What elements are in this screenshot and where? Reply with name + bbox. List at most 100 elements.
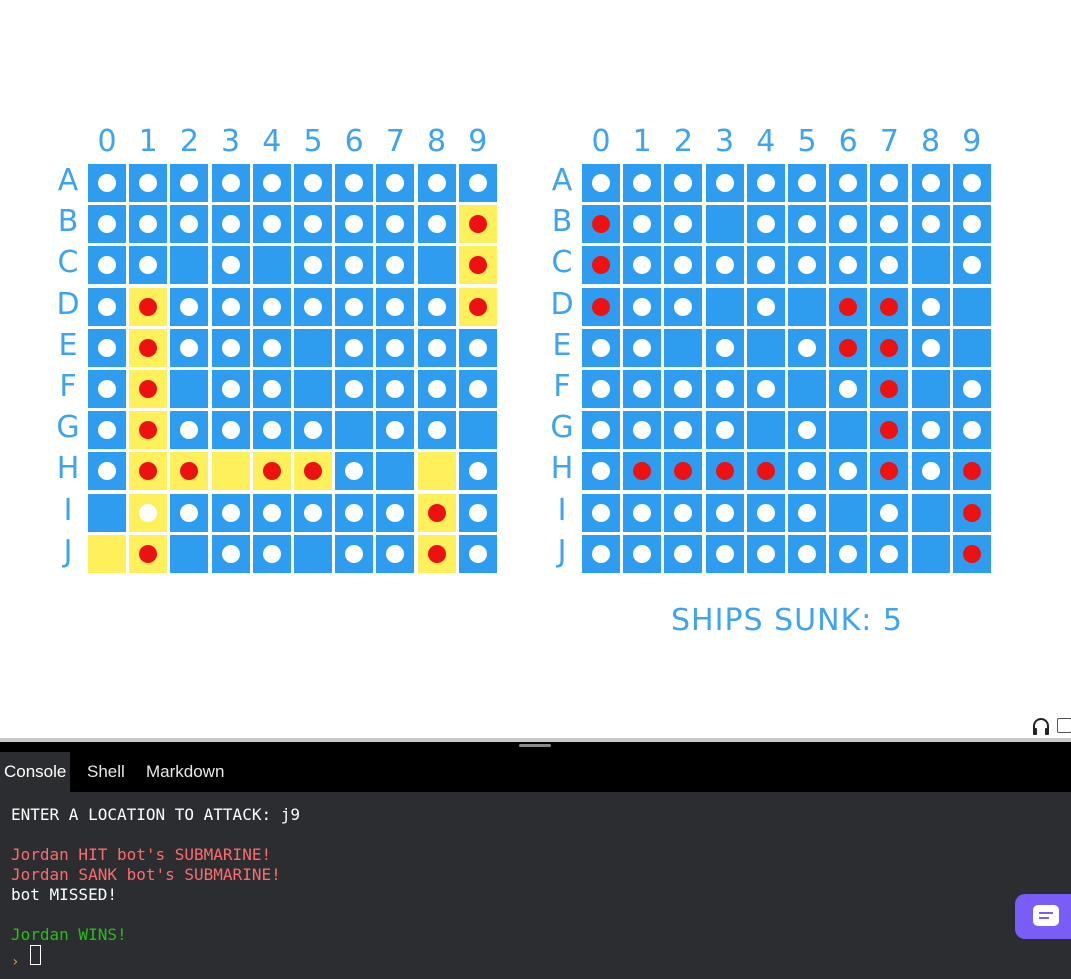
grid-cell[interactable]: [417, 205, 456, 244]
grid-cell[interactable]: [623, 205, 662, 244]
grid-cell[interactable]: [911, 328, 950, 367]
grid-cell[interactable]: [211, 205, 250, 244]
grid-cell[interactable]: [829, 164, 868, 202]
grid-cell[interactable]: [788, 370, 826, 408]
grid-cell[interactable]: [664, 493, 703, 532]
grid-cell[interactable]: [417, 534, 456, 573]
grid-cell[interactable]: [952, 246, 991, 285]
grid-cell[interactable]: [829, 411, 868, 450]
grid-cell[interactable]: [870, 452, 909, 491]
grid-cell[interactable]: [664, 370, 703, 408]
grid-cell[interactable]: [870, 328, 909, 367]
grid-cell[interactable]: [88, 205, 126, 244]
grid-cell[interactable]: [335, 164, 374, 202]
grid-cell[interactable]: [129, 328, 168, 367]
grid-cell[interactable]: [705, 411, 744, 450]
grid-cell[interactable]: [870, 534, 909, 573]
grid-cell[interactable]: [129, 164, 168, 202]
grid-cell[interactable]: [458, 205, 497, 244]
grid-cell[interactable]: [829, 246, 868, 285]
grid-cell[interactable]: [170, 493, 209, 532]
grid-cell[interactable]: [746, 246, 785, 285]
grid-cell[interactable]: [664, 452, 703, 491]
grid-cell[interactable]: [829, 370, 868, 408]
grid-cell[interactable]: [129, 452, 168, 491]
grid-cell[interactable]: [252, 328, 291, 367]
grid-cell[interactable]: [458, 328, 497, 367]
grid-cell[interactable]: [705, 328, 744, 367]
grid-cell[interactable]: [664, 411, 703, 450]
grid-cell[interactable]: [417, 164, 456, 202]
grid-cell[interactable]: [705, 246, 744, 285]
grid-cell[interactable]: [294, 493, 332, 532]
grid-cell[interactable]: [376, 246, 415, 285]
grid-cell[interactable]: [829, 328, 868, 367]
grid-cell[interactable]: [88, 534, 126, 573]
grid-cell[interactable]: [664, 205, 703, 244]
grid-cell[interactable]: [88, 287, 126, 326]
grid-cell[interactable]: [211, 493, 250, 532]
grid-cell[interactable]: [829, 205, 868, 244]
grid-cell[interactable]: [170, 246, 209, 285]
grid-cell[interactable]: [746, 411, 785, 450]
grid-cell[interactable]: [458, 493, 497, 532]
grid-cell[interactable]: [582, 534, 620, 573]
grid-cell[interactable]: [746, 370, 785, 408]
grid-cell[interactable]: [746, 328, 785, 367]
grid-cell[interactable]: [870, 205, 909, 244]
grid-cell[interactable]: [252, 287, 291, 326]
grid-cell[interactable]: [788, 493, 826, 532]
grid-cell[interactable]: [458, 164, 497, 202]
grid-cell[interactable]: [129, 411, 168, 450]
grid-cell[interactable]: [911, 246, 950, 285]
grid-cell[interactable]: [664, 287, 703, 326]
grid-cell[interactable]: [788, 328, 826, 367]
grid-cell[interactable]: [746, 452, 785, 491]
grid-cell[interactable]: [294, 411, 332, 450]
grid-cell[interactable]: [458, 246, 497, 285]
grid-cell[interactable]: [376, 493, 415, 532]
grid-cell[interactable]: [335, 534, 374, 573]
grid-cell[interactable]: [335, 452, 374, 491]
grid-cell[interactable]: [788, 534, 826, 573]
grid-cell[interactable]: [623, 534, 662, 573]
grid-cell[interactable]: [252, 534, 291, 573]
grid-cell[interactable]: [294, 370, 332, 408]
grid-cell[interactable]: [417, 493, 456, 532]
grid-cell[interactable]: [376, 164, 415, 202]
grid-cell[interactable]: [582, 493, 620, 532]
tab-markdown[interactable]: Markdown: [142, 752, 228, 792]
grid-cell[interactable]: [705, 370, 744, 408]
grid-cell[interactable]: [211, 287, 250, 326]
grid-cell[interactable]: [170, 534, 209, 573]
grid-cell[interactable]: [88, 452, 126, 491]
grid-cell[interactable]: [705, 164, 744, 202]
grid-cell[interactable]: [294, 164, 332, 202]
console-input-cursor[interactable]: [30, 945, 41, 965]
grid-cell[interactable]: [952, 328, 991, 367]
grid-cell[interactable]: [870, 370, 909, 408]
grid-cell[interactable]: [129, 246, 168, 285]
grid-cell[interactable]: [335, 493, 374, 532]
grid-cell[interactable]: [911, 164, 950, 202]
grid-cell[interactable]: [129, 534, 168, 573]
grid-cell[interactable]: [788, 452, 826, 491]
resize-handle[interactable]: [519, 744, 551, 747]
grid-cell[interactable]: [294, 205, 332, 244]
grid-cell[interactable]: [788, 411, 826, 450]
grid-cell[interactable]: [211, 164, 250, 202]
grid-cell[interactable]: [88, 493, 126, 532]
grid-cell[interactable]: [746, 287, 785, 326]
grid-cell[interactable]: [664, 164, 703, 202]
grid-cell[interactable]: [870, 493, 909, 532]
grid-cell[interactable]: [211, 370, 250, 408]
grid-cell[interactable]: [417, 411, 456, 450]
grid-cell[interactable]: [458, 287, 497, 326]
grid-cell[interactable]: [88, 164, 126, 202]
grid-cell[interactable]: [829, 493, 868, 532]
grid-cell[interactable]: [788, 287, 826, 326]
grid-cell[interactable]: [129, 287, 168, 326]
tab-console[interactable]: Console: [0, 752, 71, 792]
grid-cell[interactable]: [335, 370, 374, 408]
grid-cell[interactable]: [623, 246, 662, 285]
